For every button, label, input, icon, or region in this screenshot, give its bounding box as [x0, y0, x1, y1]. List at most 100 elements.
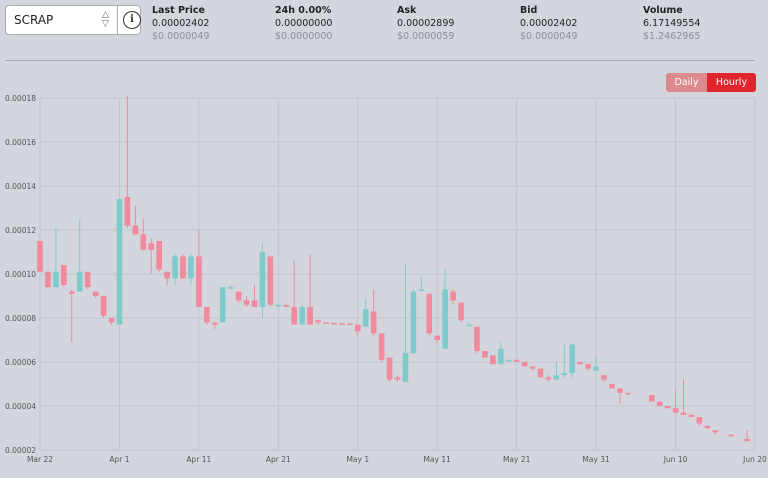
candle-body	[339, 323, 345, 325]
candle-body	[569, 344, 576, 373]
y-tick-label: 0.00018	[5, 94, 36, 103]
candle-body	[354, 324, 361, 332]
candle-body	[394, 377, 401, 380]
candle-body	[211, 322, 218, 325]
candle-body	[235, 291, 242, 301]
candle-body	[180, 256, 186, 279]
candle-body	[585, 364, 591, 369]
candle-body	[410, 291, 417, 354]
y-tick-label: 0.00016	[5, 138, 36, 147]
candle-body	[148, 243, 155, 250]
y-tick-label: 0.00004	[5, 402, 36, 411]
candle-body	[474, 326, 480, 351]
candle-body	[434, 335, 441, 340]
candle-body	[601, 375, 607, 380]
candle-body	[243, 300, 250, 305]
candle-body	[513, 359, 520, 362]
y-tick-label: 0.00014	[5, 182, 36, 191]
candle-body	[37, 241, 43, 272]
x-tick-label: Jun 10	[663, 455, 688, 464]
candle-body	[378, 333, 385, 360]
candle-body	[116, 199, 123, 325]
candle-body	[688, 414, 695, 417]
candle-body	[704, 425, 711, 428]
candle-body	[45, 271, 51, 288]
candle-body	[426, 293, 433, 334]
candle-body	[680, 412, 687, 415]
y-tick-label: 0.00012	[5, 226, 36, 235]
candle-body	[450, 291, 456, 301]
candle-body	[227, 287, 234, 289]
candle-body	[482, 351, 488, 358]
x-tick-label: May 1	[346, 455, 369, 464]
candle-body	[648, 395, 655, 402]
candle-body	[140, 234, 147, 250]
candle-body	[124, 197, 131, 226]
candle-body	[505, 359, 512, 362]
candle-body	[656, 401, 663, 406]
candle-body	[76, 271, 83, 292]
candle-body	[553, 375, 560, 380]
candle-body	[521, 362, 528, 367]
x-tick-label: May 21	[503, 455, 531, 464]
candle-body	[108, 318, 115, 323]
x-tick-label: Apr 21	[266, 455, 291, 464]
candle-body	[466, 324, 472, 327]
candle-body	[219, 287, 226, 323]
candle-body	[609, 384, 615, 389]
y-tick-label: 0.00006	[5, 358, 36, 367]
candle-body	[84, 271, 91, 288]
candle-body	[744, 439, 750, 442]
candle-body	[625, 392, 631, 395]
candle-body	[672, 408, 679, 413]
candle-body	[497, 348, 504, 365]
candle-body	[458, 302, 464, 321]
candle-body	[442, 289, 448, 349]
candle-body	[164, 271, 170, 279]
candle-body	[386, 357, 393, 380]
candle-body	[156, 241, 162, 270]
candle-body	[188, 256, 194, 279]
candle-body	[61, 265, 67, 285]
x-tick-label: Apr 1	[109, 455, 129, 464]
candle-body	[712, 430, 719, 433]
x-tick-label: May 11	[424, 455, 452, 464]
x-tick-label: Apr 11	[186, 455, 211, 464]
y-tick-label: 0.00010	[5, 270, 36, 279]
x-tick-label: May 31	[582, 455, 610, 464]
candle-body	[172, 256, 178, 279]
candle-body	[100, 296, 107, 316]
candle-body	[92, 291, 99, 296]
candle-body	[617, 388, 623, 393]
candle-body	[196, 256, 202, 307]
candle-body	[307, 307, 313, 325]
candle-body	[537, 368, 544, 378]
candle-body	[53, 271, 59, 288]
x-tick-label: Jun 20	[742, 455, 767, 464]
candle-body	[362, 309, 369, 327]
candle-body	[323, 322, 329, 324]
x-tick-label: Mar 22	[27, 455, 53, 464]
candle-body	[204, 307, 210, 323]
candlestick-chart: 0.00002 0.00004 0.00006 0.00008 0.00010 0.000…	[5, 94, 767, 464]
candle-body	[291, 307, 298, 325]
y-tick-label: 0.00002	[5, 446, 36, 455]
candle-body	[283, 304, 290, 307]
candle-body	[68, 291, 75, 294]
candle-body	[696, 417, 703, 424]
candle-body	[418, 289, 425, 291]
candle-body	[299, 307, 305, 325]
candle-body	[664, 406, 671, 409]
candle-body	[728, 434, 734, 437]
candle-body	[132, 225, 139, 235]
y-tick-label: 0.00008	[5, 314, 36, 323]
candle-body	[347, 323, 353, 325]
candle-body	[275, 304, 282, 307]
candle-body	[370, 311, 377, 334]
candle-body	[315, 320, 321, 323]
candle-body	[267, 256, 274, 305]
candle-body	[490, 355, 496, 365]
candle-body	[251, 300, 258, 307]
candle-body	[529, 366, 536, 369]
candle-body	[561, 373, 568, 376]
